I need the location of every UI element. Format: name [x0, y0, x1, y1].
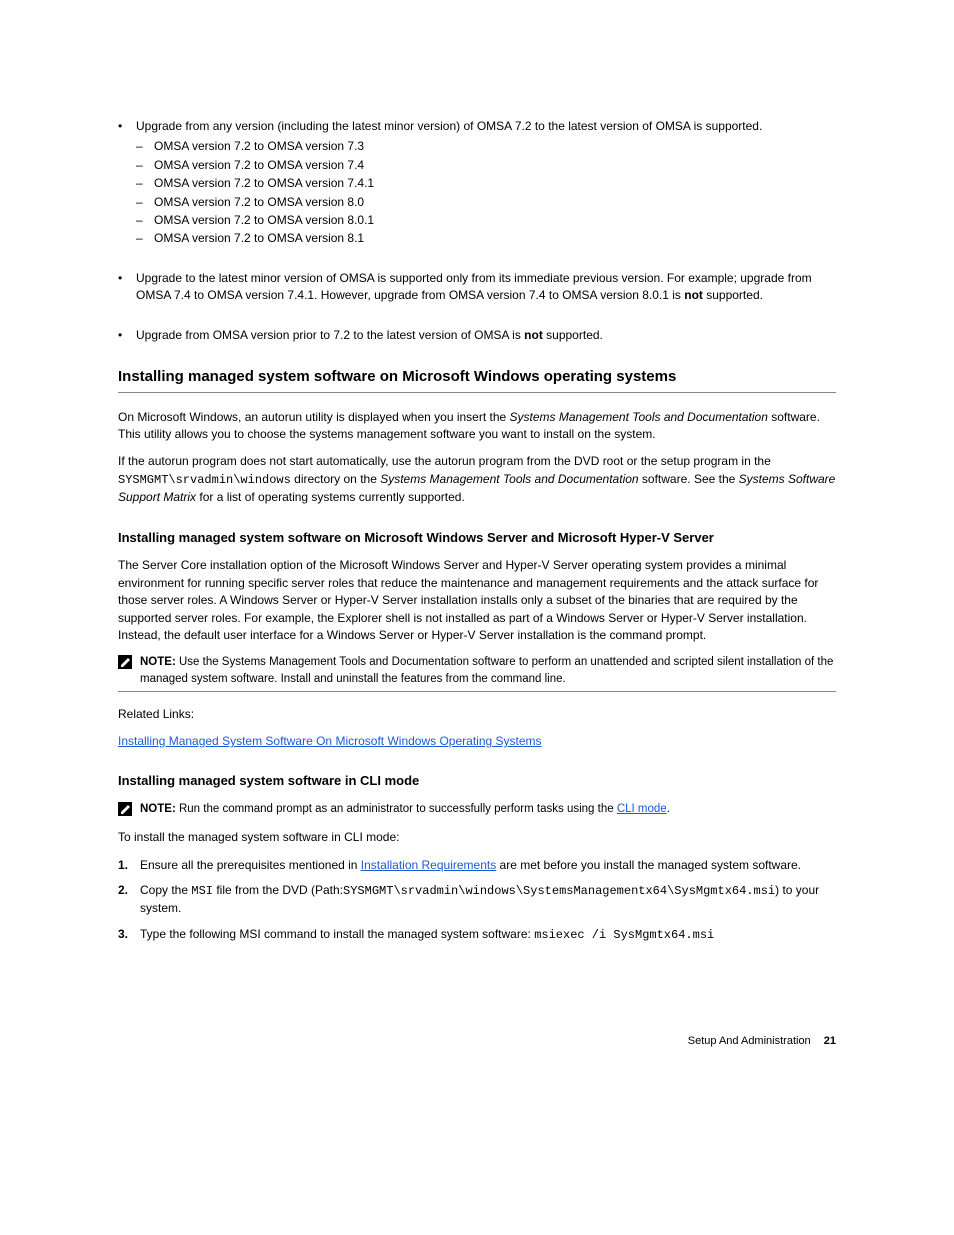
step-text: Type the following MSI command to instal…	[140, 926, 836, 944]
text-fragment: directory on the	[291, 472, 380, 486]
step-number: 2.	[118, 882, 140, 918]
note-cli: NOTE: Run the command prompt as an admin…	[118, 801, 836, 817]
sub-dash: –	[136, 230, 154, 247]
note-icon	[118, 655, 132, 669]
text-fragment: Copy the	[140, 883, 191, 897]
bullet-text: Upgrade from any version (including the …	[136, 118, 836, 135]
sub-dash: –	[136, 175, 154, 192]
page-footer: Setup And Administration 21	[118, 1034, 836, 1050]
cli-steps: 1. Ensure all the prerequisites mentione…	[118, 857, 836, 945]
section-title-cli: Installing managed system software in CL…	[118, 772, 836, 791]
text-fragment: supported.	[543, 328, 603, 342]
text-bold: not	[684, 288, 703, 302]
paragraph: On Microsoft Windows, an autorun utility…	[118, 409, 836, 444]
text-fragment: On Microsoft Windows, an autorun utility…	[118, 410, 510, 424]
text-fragment: software. See the	[639, 472, 739, 486]
step-number: 1.	[118, 857, 140, 874]
text-fragment: If the autorun program does not start au…	[118, 454, 771, 468]
note-icon	[118, 802, 132, 816]
text-mono: SYSMGMT\srvadmin\windows	[118, 473, 291, 487]
sub-text: OMSA version 7.2 to OMSA version 7.3	[154, 138, 836, 155]
text-mono: MSI	[191, 884, 213, 898]
bullet-sublist: –OMSA version 7.2 to OMSA version 7.3 –O…	[136, 138, 836, 247]
sub-text: OMSA version 7.2 to OMSA version 8.0.1	[154, 212, 836, 229]
step-number: 3.	[118, 926, 140, 944]
text-fragment: Ensure all the prerequisites mentioned i…	[140, 858, 361, 872]
sub-dash: –	[136, 194, 154, 211]
link-install-windows[interactable]: Installing Managed System Software On Mi…	[118, 734, 542, 748]
text-fragment: file from the DVD (Path:	[213, 883, 343, 897]
note-label: NOTE:	[140, 656, 179, 668]
list-item: 3. Type the following MSI command to ins…	[118, 926, 836, 944]
sub-dash: –	[136, 157, 154, 174]
paragraph: The Server Core installation option of t…	[118, 557, 836, 644]
text-fragment: Upgrade from OMSA version prior to 7.2 t…	[136, 328, 524, 342]
bullet-marker: •	[118, 270, 136, 305]
text-fragment: are met before you install the managed s…	[496, 858, 801, 872]
text-fragment: for a list of operating systems currentl…	[196, 490, 465, 504]
note-text: NOTE: Use the Systems Management Tools a…	[140, 654, 836, 686]
note-text: NOTE: Run the command prompt as an admin…	[140, 801, 836, 817]
note-body: Run the command prompt as an administrat…	[179, 803, 617, 815]
footer-page-number: 21	[824, 1035, 836, 1047]
sub-dash: –	[136, 212, 154, 229]
paragraph: To install the managed system software i…	[118, 829, 836, 846]
text-mono: SYSMGMT\srvadmin\windows\SystemsManageme…	[343, 884, 775, 898]
text-italic: Systems Management Tools and Documentati…	[380, 472, 638, 486]
paragraph: If the autorun program does not start au…	[118, 453, 836, 506]
step-text: Copy the MSI file from the DVD (Path:SYS…	[140, 882, 836, 918]
note-body: .	[667, 803, 670, 815]
text-bold: not	[524, 328, 543, 342]
footer-title: Setup And Administration	[688, 1035, 811, 1047]
sub-text: OMSA version 7.2 to OMSA version 8.0	[154, 194, 836, 211]
sub-dash: –	[136, 138, 154, 155]
link-install-requirements[interactable]: Installation Requirements	[361, 858, 496, 872]
related-links-label: Related Links:	[118, 706, 836, 723]
bullet-upgrade-supported: • Upgrade from any version (including th…	[118, 118, 836, 248]
related-link-item: Installing Managed System Software On Mi…	[118, 733, 836, 750]
text-mono: msiexec /i SysMgmtx64.msi	[534, 928, 714, 942]
bullet-upgrade-notsupported: • Upgrade from OMSA version prior to 7.2…	[118, 327, 836, 344]
note-label: NOTE:	[140, 803, 179, 815]
bullet-text: Upgrade to the latest minor version of O…	[136, 270, 836, 305]
bullet-upgrade-minor: • Upgrade to the latest minor version of…	[118, 270, 836, 305]
note-section-divider: NOTE: Use the Systems Management Tools a…	[118, 654, 836, 691]
bullet-text: Upgrade from OMSA version prior to 7.2 t…	[136, 327, 836, 344]
list-item: 2. Copy the MSI file from the DVD (Path:…	[118, 882, 836, 918]
link-cli-mode[interactable]: CLI mode	[617, 803, 667, 815]
note-body: Use the Systems Management Tools and Doc…	[140, 656, 833, 684]
section-title-windows: Installing managed system software on Mi…	[118, 366, 836, 393]
step-text: Ensure all the prerequisites mentioned i…	[140, 857, 836, 874]
text-fragment: supported.	[703, 288, 763, 302]
section-title-hyperv: Installing managed system software on Mi…	[118, 529, 836, 548]
bullet-marker: •	[118, 327, 136, 344]
text-fragment: Type the following MSI command to instal…	[140, 927, 534, 941]
bullet-marker: •	[118, 118, 136, 135]
sub-text: OMSA version 7.2 to OMSA version 8.1	[154, 230, 836, 247]
list-item: 1. Ensure all the prerequisites mentione…	[118, 857, 836, 874]
text-italic: Systems Management Tools and Documentati…	[510, 410, 768, 424]
sub-text: OMSA version 7.2 to OMSA version 7.4.1	[154, 175, 836, 192]
sub-text: OMSA version 7.2 to OMSA version 7.4	[154, 157, 836, 174]
